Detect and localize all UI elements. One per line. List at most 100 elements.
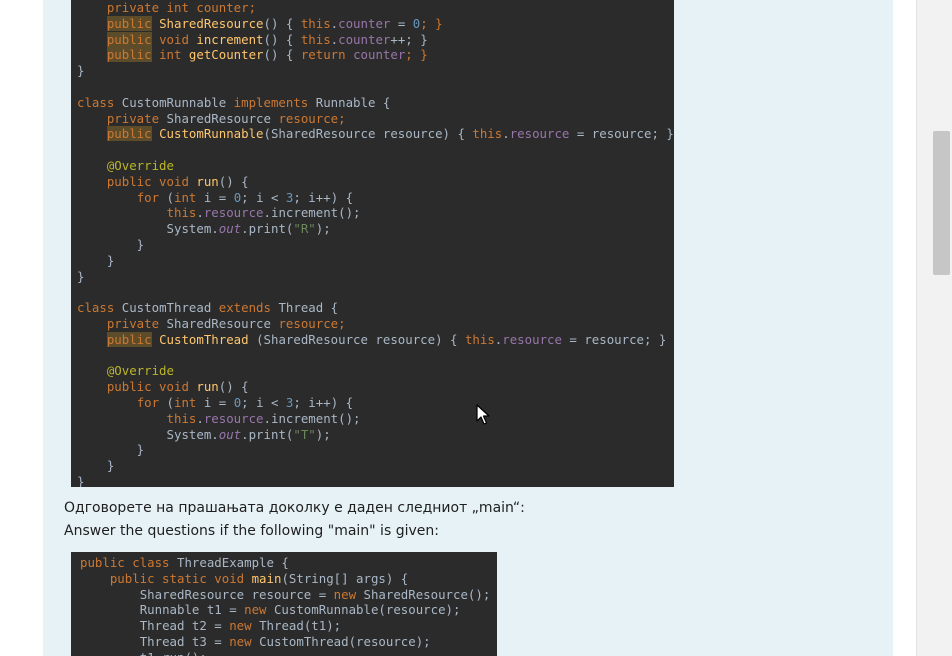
code-token: ; } xyxy=(405,47,428,63)
code-token: ; i < xyxy=(241,394,286,410)
code-token: new xyxy=(244,602,274,618)
code-line: } xyxy=(77,253,674,269)
code-token: class xyxy=(77,300,122,316)
code-token: main xyxy=(251,570,282,586)
code-token: resource xyxy=(502,331,562,347)
code-line: for (int i = 0; i < 3; i++) { xyxy=(77,190,674,206)
code-token: increment xyxy=(196,31,264,47)
code-line: public void run() { xyxy=(77,174,674,190)
code-token: = resource; } xyxy=(569,126,674,142)
vertical-scrollbar[interactable] xyxy=(916,0,952,656)
code-token: private xyxy=(106,110,167,126)
code-token: (SharedResource resource) { xyxy=(263,126,473,142)
code-token: extends xyxy=(218,300,279,316)
code-token: () { xyxy=(263,47,301,63)
code-line: Runnable t1 = new CustomRunnable(resourc… xyxy=(80,602,497,618)
code-token: } xyxy=(77,473,85,487)
code-line: public void increment() { this.counter++… xyxy=(77,31,674,48)
code-token: = resource; } xyxy=(561,331,667,347)
code-token: counter xyxy=(353,47,406,63)
code-token: @Override xyxy=(106,363,174,379)
code-line: private SharedResource resource; xyxy=(77,316,674,332)
code-token: ++; } xyxy=(390,31,428,47)
code-line: @Override xyxy=(77,158,674,174)
code-token: . xyxy=(196,410,204,426)
code-token: ; i < xyxy=(241,189,286,205)
code-token: (SharedResource resource) { xyxy=(248,331,465,347)
code-token: () { xyxy=(218,379,249,395)
code-token: () { xyxy=(263,31,301,47)
code-line: public static void main(String[] args) { xyxy=(80,571,497,587)
code-token: () { xyxy=(218,173,249,189)
code-token: public xyxy=(106,331,152,347)
code-token: .print( xyxy=(241,426,294,442)
code-token: public xyxy=(106,31,152,47)
code-token: public void xyxy=(106,379,197,395)
code-token: i = xyxy=(203,394,234,410)
code-token: public xyxy=(106,126,152,142)
code-line: this.resource.increment(); xyxy=(77,411,674,427)
code-token: } xyxy=(77,252,115,268)
code-token: resource; xyxy=(278,110,346,126)
code-line: System.out.print("R"); xyxy=(77,221,674,237)
question-text-macedonian: Одговорете на прашањата доколку е даден … xyxy=(64,500,525,516)
code-token: ; i++) { xyxy=(293,394,354,410)
scrollbar-thumb[interactable] xyxy=(933,131,950,275)
code-token: resource xyxy=(203,410,264,426)
code-line: this.resource.increment(); xyxy=(77,205,674,221)
code-token: = xyxy=(390,15,413,31)
code-token: Thread t3 = xyxy=(139,633,230,649)
code-token: ThreadExample { xyxy=(176,555,289,570)
mouse-pointer-icon xyxy=(476,404,490,425)
code-line: Thread t3 = new CustomThread(resource); xyxy=(80,634,497,650)
code-token: return xyxy=(300,47,354,63)
code-token: t1.run(); xyxy=(140,650,207,656)
code-token: this xyxy=(472,126,503,142)
code-line: } xyxy=(77,458,674,474)
code-token: . xyxy=(502,126,510,142)
code-token: public class xyxy=(80,555,177,570)
code-line: class CustomRunnable implements Runnable… xyxy=(77,95,674,111)
code-token: int xyxy=(174,189,204,205)
code-line: class CustomThread extends Thread { xyxy=(77,300,674,316)
code-token: this xyxy=(300,31,331,47)
code-token: SharedResource xyxy=(166,110,279,126)
code-line: for (int i = 0; i < 3; i++) { xyxy=(77,395,674,411)
code-token: counter xyxy=(338,15,391,31)
code-token: CustomRunnable(resource); xyxy=(273,602,461,618)
code-token: getCounter xyxy=(188,47,264,63)
code-token: Runnable { xyxy=(315,94,391,110)
code-token: System. xyxy=(166,221,219,237)
code-token: run xyxy=(196,379,219,395)
code-token: implements xyxy=(233,94,316,110)
code-line: } xyxy=(77,63,674,79)
code-token: counter xyxy=(338,31,391,47)
code-token: ; } xyxy=(420,15,443,31)
code-token: SharedResource resource = xyxy=(139,586,334,602)
code-token: this xyxy=(300,15,331,31)
code-token: new xyxy=(229,633,260,649)
code-token: resource xyxy=(509,126,570,142)
code-token: . xyxy=(196,205,204,221)
code-token: } xyxy=(77,268,85,284)
code-token: "T" xyxy=(293,426,316,442)
